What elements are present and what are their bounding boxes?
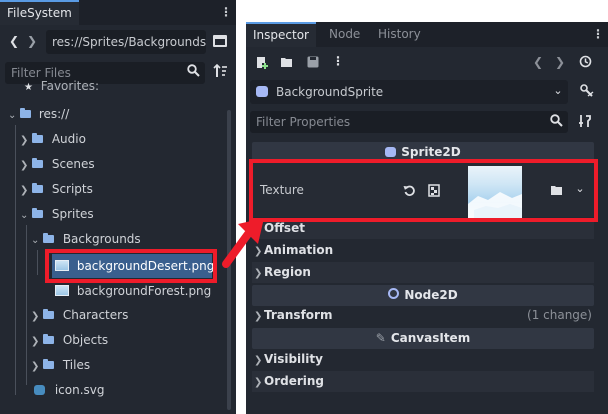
tree-guide bbox=[37, 250, 38, 275]
tab-history[interactable]: History bbox=[371, 22, 428, 47]
node-tools-icon[interactable] bbox=[578, 83, 594, 101]
more-options-icon[interactable]: ⋮ bbox=[220, 5, 232, 19]
tree-item-objects[interactable]: ❯ Objects bbox=[31, 328, 108, 353]
transform-change-note: (1 change) bbox=[527, 308, 592, 322]
tree-item-favorites[interactable]: ★ Favorites: bbox=[24, 77, 99, 95]
folder-icon bbox=[43, 233, 54, 243]
split-view-icon[interactable] bbox=[213, 35, 227, 47]
property-ordering[interactable]: ❯ Ordering bbox=[254, 371, 324, 392]
tree-item-res[interactable]: ⌄ res:// bbox=[8, 102, 69, 127]
chevron-right-icon[interactable]: ❯ bbox=[20, 128, 32, 153]
folder-icon bbox=[43, 334, 54, 344]
chevron-down-icon[interactable]: ⌄ bbox=[552, 84, 564, 97]
tab-filesystem[interactable]: FileSystem bbox=[0, 0, 79, 25]
image-file-icon bbox=[55, 285, 69, 296]
new-resource-icon[interactable] bbox=[254, 56, 268, 72]
chevron-right-icon[interactable]: ❯ bbox=[20, 178, 32, 203]
chevron-right-icon[interactable]: ❯ bbox=[20, 153, 32, 178]
tree-item-tiles[interactable]: ❯ Tiles bbox=[31, 353, 90, 378]
chevron-right-icon[interactable]: ❯ bbox=[31, 329, 43, 354]
chevron-right-icon: ❯ bbox=[254, 355, 263, 366]
folder-icon bbox=[43, 309, 54, 319]
filesystem-panel: FileSystem ⋮ ❮ ❯ res://Sprites/Backgroun… bbox=[0, 0, 236, 414]
tab-inspector[interactable]: Inspector bbox=[246, 22, 316, 47]
more-options-icon[interactable]: ⋮ bbox=[332, 54, 344, 68]
chevron-down-icon[interactable]: ⌄ bbox=[8, 103, 20, 128]
tree-item-scripts[interactable]: ❯ Scripts bbox=[20, 177, 93, 202]
sort-icon[interactable] bbox=[212, 63, 228, 81]
sprite2d-icon bbox=[385, 147, 397, 157]
sprite2d-node-icon bbox=[256, 86, 268, 97]
open-folder-icon[interactable] bbox=[280, 56, 294, 71]
tree-item-audio[interactable]: ❯ Audio bbox=[20, 127, 86, 152]
section-canvasitem[interactable]: ✎ CanvasItem bbox=[252, 328, 594, 349]
history-forward-icon[interactable]: ❯ bbox=[554, 55, 566, 69]
node2d-icon bbox=[388, 288, 400, 299]
tree-guide bbox=[26, 225, 27, 385]
folder-icon bbox=[32, 158, 43, 168]
chevron-down-icon[interactable]: ⌄ bbox=[20, 203, 32, 228]
section-node2d[interactable]: Node2D bbox=[252, 285, 594, 306]
highlight-box-file bbox=[45, 249, 217, 283]
history-icon[interactable] bbox=[578, 55, 592, 71]
annotation-arrow-icon bbox=[222, 218, 264, 268]
filesystem-tabbar: FileSystem ⋮ bbox=[0, 0, 236, 25]
chevron-right-icon: ❯ bbox=[254, 311, 263, 322]
property-visibility[interactable]: ❯ Visibility bbox=[254, 349, 323, 370]
pencil-icon: ✎ bbox=[375, 331, 386, 345]
inspector-tabbar: Inspector Node History ⋮ bbox=[246, 22, 608, 47]
node-name: BackgroundSprite bbox=[276, 85, 384, 99]
tree-item-scenes[interactable]: ❯ Scenes bbox=[20, 152, 95, 177]
chevron-right-icon[interactable]: ❯ bbox=[31, 304, 43, 329]
more-options-icon[interactable]: ⋮ bbox=[592, 27, 604, 41]
forward-icon[interactable]: ❯ bbox=[26, 34, 38, 48]
node-selector[interactable]: BackgroundSprite bbox=[250, 80, 568, 104]
folder-icon bbox=[32, 133, 43, 143]
chevron-right-icon[interactable]: ❯ bbox=[31, 354, 43, 379]
tree-item-characters[interactable]: ❯ Characters bbox=[31, 303, 128, 328]
tab-node[interactable]: Node bbox=[322, 22, 367, 47]
back-icon[interactable]: ❮ bbox=[8, 34, 20, 48]
star-icon: ★ bbox=[24, 82, 33, 93]
tree-item-sprites[interactable]: ⌄ Sprites bbox=[20, 202, 94, 227]
folder-icon bbox=[43, 359, 54, 369]
filter-properties-input[interactable]: Filter Properties bbox=[250, 111, 568, 133]
highlight-box-texture bbox=[249, 159, 598, 222]
godot-icon bbox=[34, 385, 45, 395]
property-tools-icon[interactable] bbox=[577, 114, 593, 131]
save-icon[interactable] bbox=[306, 56, 320, 71]
tree-item-icon-svg[interactable]: icon.svg bbox=[34, 378, 105, 403]
chevron-right-icon: ❯ bbox=[254, 377, 263, 388]
folder-icon bbox=[32, 208, 43, 218]
path-field[interactable]: res://Sprites/Backgrounds bbox=[46, 30, 206, 54]
folder-icon bbox=[32, 183, 43, 193]
tree-guide bbox=[15, 125, 16, 395]
property-transform[interactable]: ❯ Transform bbox=[254, 305, 332, 326]
search-icon bbox=[549, 114, 563, 130]
chevron-down-icon[interactable]: ⌄ bbox=[31, 228, 43, 253]
history-back-icon[interactable]: ❮ bbox=[532, 55, 544, 69]
search-icon bbox=[186, 64, 200, 80]
folder-icon bbox=[20, 108, 31, 118]
